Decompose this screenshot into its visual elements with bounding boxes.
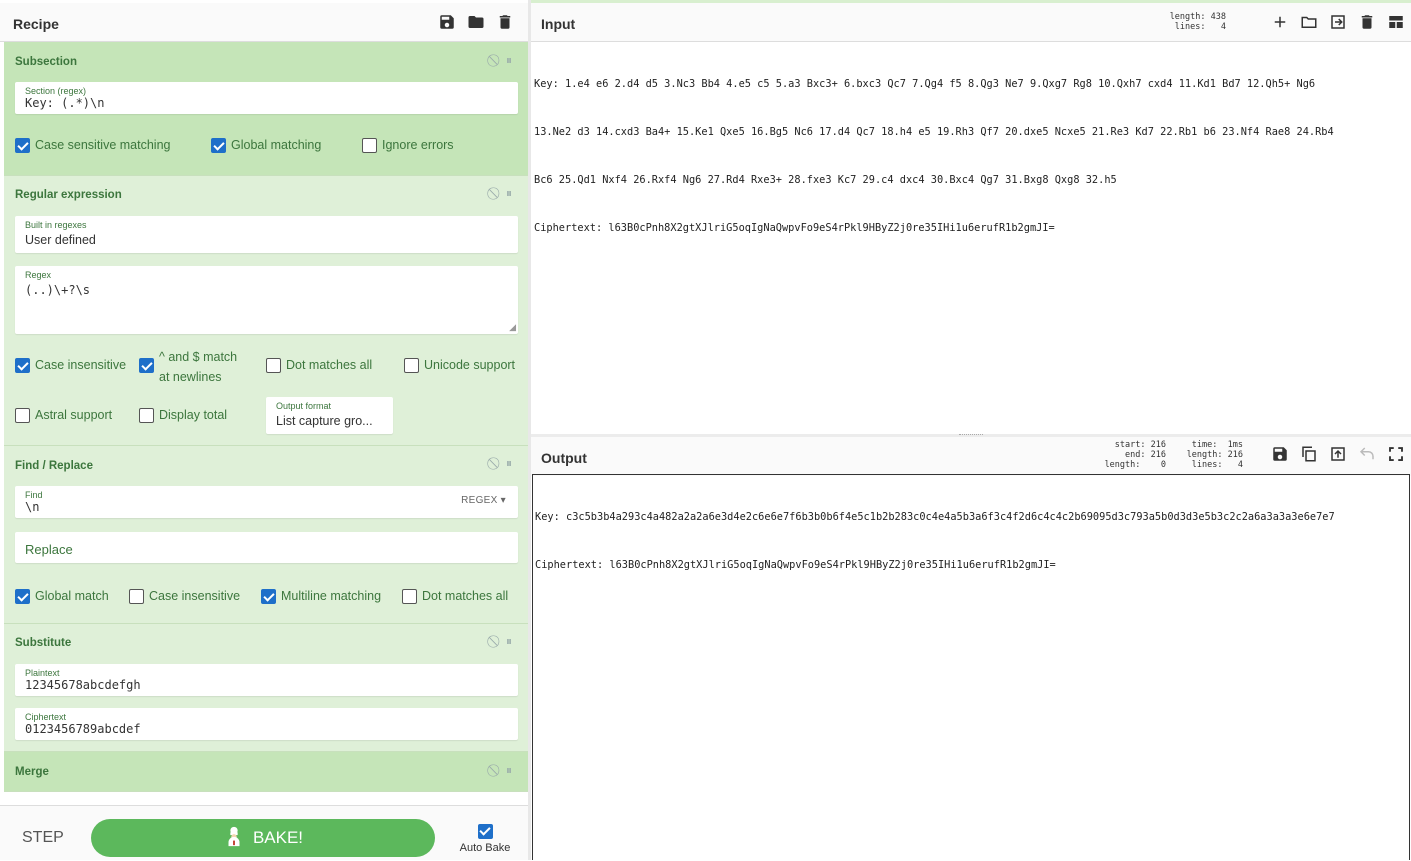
op-subsection: Subsection ⃠ ⏸ Section (regex) Key: (.*)… — [4, 42, 528, 176]
input-line: 13.Ne2 d3 14.cxd3 Ba4+ 15.Ke1 Qxe5 16.Bg… — [534, 126, 1334, 138]
recipe-pane: Recipe Subsection ⃠ ⏸ Section (regex) Ke… — [0, 0, 528, 860]
trash-icon[interactable] — [496, 13, 514, 31]
dot-matches-all-checkbox[interactable]: Dot matches all — [266, 358, 372, 375]
output-line: Ciphertext: l63B0cPnh8X2gtXJlriG5oqIgNaQ… — [535, 559, 1056, 571]
builtin-regex-select[interactable]: Built in regexes User defined — [15, 216, 518, 253]
field-label: Find — [25, 490, 43, 500]
output-format-select[interactable]: Output format List capture gro... — [266, 397, 393, 434]
op-find-replace: Find / Replace ⃠ ⏸ Find \n REGEX ▾ Repla… — [4, 446, 528, 624]
breakpoint-icon[interactable]: ⏸ — [506, 53, 512, 68]
op-title: Subsection — [15, 56, 77, 68]
global-matching-checkbox[interactable]: Global matching — [211, 138, 321, 155]
input-line: Ciphertext: l63B0cPnh8X2gtXJlriG5oqIgNaQ… — [534, 222, 1055, 234]
fullscreen-icon[interactable] — [1387, 445, 1405, 463]
plaintext-field[interactable]: Plaintext 12345678abcdefgh — [15, 664, 518, 696]
field-value: List capture gro... — [276, 414, 373, 428]
field-value: 12345678abcdefgh — [25, 678, 141, 692]
bake-label: BAKE! — [252, 828, 304, 847]
controls-bar: STEP BAKE! Auto Bake — [0, 805, 528, 860]
breakpoint-icon[interactable]: ⏸ — [506, 456, 512, 471]
find-field[interactable]: Find \n REGEX ▾ — [15, 486, 518, 518]
breakpoint-icon[interactable]: ⏸ — [506, 763, 512, 778]
dot-matches-all-checkbox[interactable]: Dot matches all — [402, 589, 508, 606]
find-mode-dropdown[interactable]: REGEX ▾ — [461, 495, 506, 506]
regex-textarea[interactable]: Regex (..)\+?\s ◢ — [15, 266, 518, 334]
multiline-checkbox[interactable]: ^ and $ match at newlines — [139, 350, 251, 387]
field-label: Built in regexes — [25, 220, 87, 230]
input-pane: Input length: 438 lines: 4 Key: 1.e4 e6 … — [531, 3, 1411, 435]
replace-field[interactable]: Replace — [15, 532, 518, 563]
multiline-matching-checkbox[interactable]: Multiline matching — [261, 589, 381, 606]
trash-icon[interactable] — [1358, 13, 1376, 31]
output-stats: time: 1ms length: 216 lines: 4 — [1186, 440, 1243, 470]
output-pane: Output start: 216 end: 216 length: 0 tim… — [531, 437, 1411, 860]
display-total-checkbox[interactable]: Display total — [139, 408, 227, 425]
field-label: Section (regex) — [25, 86, 87, 96]
op-title: Find / Replace — [15, 460, 93, 472]
copy-icon[interactable] — [1300, 445, 1318, 463]
output-title: Output — [541, 450, 587, 466]
input-line: Key: 1.e4 e6 2.d4 d5 3.Nc3 Bb4 4.e5 c5 5… — [534, 78, 1316, 90]
save-icon[interactable] — [438, 13, 456, 31]
case-sensitive-checkbox[interactable]: Case sensitive matching — [15, 138, 170, 155]
op-substitute: Substitute ⃠ ⏸ Plaintext 12345678abcdefg… — [4, 624, 528, 752]
bake-button[interactable]: BAKE! — [91, 819, 435, 857]
input-line: Bc6 25.Qd1 Nxf4 26.Rxf4 Ng6 27.Rd4 Rxe3+… — [534, 174, 1117, 186]
field-label: Regex — [25, 270, 52, 280]
case-insensitive-checkbox[interactable]: Case insensitive — [129, 589, 240, 606]
output-header: Output start: 216 end: 216 length: 0 tim… — [531, 437, 1411, 476]
input-textarea[interactable]: Key: 1.e4 e6 2.d4 d5 3.Nc3 Bb4 4.e5 c5 5… — [534, 44, 1334, 268]
op-regular-expression: Regular expression ⃠ ⏸ Built in regexes … — [4, 176, 528, 446]
output-selection-stats: start: 216 end: 216 length: 0 — [1104, 440, 1166, 470]
breakpoint-icon[interactable]: ⏸ — [506, 186, 512, 201]
case-insensitive-checkbox[interactable]: Case insensitive — [15, 358, 126, 375]
replace-placeholder: Replace — [25, 542, 73, 557]
folder-icon[interactable] — [467, 13, 485, 31]
ciphertext-field[interactable]: Ciphertext 0123456789abcdef — [15, 708, 518, 740]
breakpoint-icon[interactable]: ⏸ — [506, 634, 512, 649]
ignore-errors-checkbox[interactable]: Ignore errors — [362, 138, 454, 155]
global-match-checkbox[interactable]: Global match — [15, 589, 109, 606]
section-regex-field[interactable]: Section (regex) Key: (.*)\n — [15, 82, 518, 114]
output-textarea[interactable]: Key: c3c5b3b4a293c4a482a2a2a6e3d4e2c6e6e… — [532, 474, 1410, 860]
resize-handle-icon[interactable]: ◢ — [509, 322, 516, 333]
op-title: Regular expression — [15, 189, 122, 201]
field-value: \n — [25, 500, 40, 514]
field-value: User defined — [25, 233, 96, 247]
step-button[interactable]: STEP — [22, 829, 64, 847]
replace-input-icon[interactable] — [1329, 445, 1347, 463]
input-stats: length: 438 lines: 4 — [1169, 12, 1226, 32]
input-title: Input — [541, 16, 576, 32]
astral-support-checkbox[interactable]: Astral support — [15, 408, 112, 425]
field-value: (..)\+?\s — [25, 283, 91, 297]
field-value: 0123456789abcdef — [25, 722, 141, 736]
input-header: Input length: 438 lines: 4 — [531, 3, 1411, 42]
field-label: Output format — [276, 401, 332, 411]
layout-icon[interactable] — [1387, 13, 1405, 31]
op-title: Substitute — [15, 637, 72, 649]
unicode-support-checkbox[interactable]: Unicode support — [404, 358, 515, 375]
op-title: Merge — [15, 766, 49, 778]
import-icon[interactable] — [1329, 13, 1347, 31]
field-label: Ciphertext — [25, 712, 67, 722]
open-folder-icon[interactable] — [1300, 13, 1318, 31]
add-icon[interactable] — [1271, 13, 1289, 31]
auto-bake-label: Auto Bake — [459, 842, 511, 854]
field-label: Plaintext — [25, 668, 60, 678]
field-value: Key: (.*)\n — [25, 96, 105, 110]
op-merge: Merge ⃠ ⏸ — [4, 752, 528, 792]
recipe-title: Recipe — [13, 16, 59, 32]
recipe-header: Recipe — [0, 3, 528, 42]
undo-icon[interactable] — [1358, 445, 1376, 463]
auto-bake-checkbox[interactable]: Auto Bake — [459, 824, 511, 854]
save-icon[interactable] — [1271, 445, 1289, 463]
chef-icon — [223, 823, 245, 847]
output-line: Key: c3c5b3b4a293c4a482a2a2a6e3d4e2c6e6e… — [535, 511, 1335, 523]
